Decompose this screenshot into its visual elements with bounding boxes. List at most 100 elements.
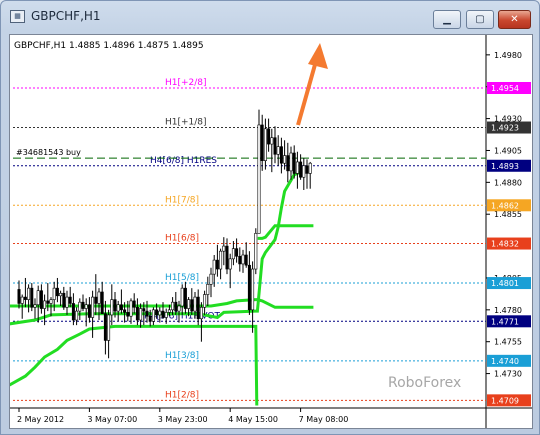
candle-body xyxy=(116,304,120,312)
candle-body xyxy=(65,296,69,308)
green-indicator-line xyxy=(9,298,314,309)
candle-body xyxy=(87,304,91,318)
candle-body xyxy=(273,137,277,155)
candle-body xyxy=(302,165,306,178)
close-button[interactable]: ✕ xyxy=(498,10,531,29)
candle-body xyxy=(167,309,171,313)
x-tick-label: 2 May 2012 xyxy=(17,415,64,424)
price-chart[interactable]: GBPCHF,H1 1.4885 1.4896 1.4875 1.4895 Ro… xyxy=(8,35,532,428)
price-label-text: 1.4862 xyxy=(491,201,519,210)
candle-body xyxy=(299,161,303,178)
candle-body xyxy=(187,299,191,309)
candle-body xyxy=(113,299,117,312)
x-tick-label: 3 May 07:00 xyxy=(87,415,137,424)
candle-body xyxy=(20,296,24,304)
candle-body xyxy=(212,259,216,275)
level-label: H1[2/8] xyxy=(165,390,199,400)
price-label-text: 1.4832 xyxy=(491,240,519,249)
candle-body xyxy=(180,287,184,307)
level-label: H1[5/8] xyxy=(165,273,199,283)
candle-body xyxy=(235,248,239,257)
candle-body xyxy=(174,301,178,312)
green-indicator-line xyxy=(257,224,314,240)
candle-body xyxy=(78,301,82,312)
candle-body xyxy=(267,128,271,145)
candle-body xyxy=(107,314,111,341)
candle-body xyxy=(305,165,309,174)
candle-body xyxy=(71,303,75,321)
price-label-text: 1.4923 xyxy=(491,124,519,133)
candle-body xyxy=(100,291,104,314)
price-label-text: 1.4954 xyxy=(491,84,519,93)
candle-body xyxy=(91,296,95,318)
candle-body xyxy=(231,248,235,260)
candle-body xyxy=(209,273,213,285)
candle-body xyxy=(203,294,207,308)
candle-body xyxy=(289,152,293,172)
candle-body xyxy=(206,284,210,295)
y-tick-label: 1.4755 xyxy=(494,338,522,347)
candle-body xyxy=(241,254,245,265)
candle-body xyxy=(36,290,40,306)
candle-body xyxy=(119,304,123,311)
candle-body xyxy=(139,308,143,321)
roboforex-watermark: RoboForex xyxy=(388,375,461,391)
minimize-button[interactable]: ▁ xyxy=(433,10,461,29)
candle-body xyxy=(238,255,242,265)
candle-body xyxy=(183,287,187,309)
candle-body xyxy=(196,296,200,320)
level-label: H1[6/8] xyxy=(165,234,199,244)
candle-body xyxy=(219,250,223,270)
candle-body xyxy=(222,245,226,252)
maximize-icon: ▢ xyxy=(475,14,485,25)
candle-body xyxy=(43,300,47,309)
candle-body xyxy=(129,300,133,317)
candle-body xyxy=(276,146,280,155)
x-tick-label: 3 May 23:00 xyxy=(158,415,208,424)
projection-arrow-head xyxy=(308,43,328,69)
candle-body xyxy=(33,304,37,308)
y-tick-label: 1.4980 xyxy=(494,51,522,60)
maximize-button[interactable]: ▢ xyxy=(466,10,494,29)
candle-body xyxy=(279,146,283,164)
candle-body xyxy=(94,296,98,304)
price-label-text: 1.4771 xyxy=(491,317,519,326)
candle-body xyxy=(84,304,88,309)
price-label-text: 1.4740 xyxy=(491,357,519,366)
candle-body xyxy=(177,305,181,312)
candle-body xyxy=(148,315,152,322)
price-label-text: 1.4709 xyxy=(491,396,519,405)
chart-area[interactable]: GBPCHF,H1 1.4885 1.4896 1.4875 1.4895 Ro… xyxy=(8,34,533,429)
x-tick-label: 7 May 08:00 xyxy=(299,415,349,424)
candle-body xyxy=(145,310,149,317)
candle-body xyxy=(161,310,165,318)
candle-body xyxy=(171,301,175,311)
candle-body xyxy=(292,152,296,174)
candle-body xyxy=(135,306,139,321)
ohlc-header: GBPCHF,H1 1.4885 1.4896 1.4875 1.4895 xyxy=(14,41,204,51)
candle-body xyxy=(251,268,255,311)
candle-body xyxy=(244,254,248,266)
candle-body xyxy=(155,309,159,316)
green-indicator-line xyxy=(8,324,259,406)
candle-body xyxy=(132,300,136,308)
y-tick-label: 1.4780 xyxy=(494,306,522,315)
y-tick-label: 1.4905 xyxy=(494,146,522,155)
candle-body xyxy=(158,310,162,316)
chart-window: ▦ GBPCHF,H1 ▁ ▢ ✕ GBPCHF,H1 1.4885 1.489… xyxy=(0,0,540,435)
candle-body xyxy=(17,289,21,304)
candle-body xyxy=(308,162,312,174)
candle-body xyxy=(286,155,290,172)
y-tick-label: 1.4880 xyxy=(494,178,522,187)
window-titlebar[interactable]: ▦ GBPCHF,H1 ▁ ▢ ✕ xyxy=(1,1,539,31)
candle-body xyxy=(123,309,127,313)
minimize-icon: ▁ xyxy=(443,14,451,25)
candle-body xyxy=(30,287,34,308)
price-label-text: 1.4893 xyxy=(491,162,519,171)
candle-body xyxy=(110,299,114,316)
candle-body xyxy=(215,259,219,270)
level-label: H4[6/8] H1RES xyxy=(150,156,217,166)
projection-arrow-shaft xyxy=(296,60,318,126)
candle-body xyxy=(151,309,155,322)
candle-body xyxy=(142,308,146,312)
